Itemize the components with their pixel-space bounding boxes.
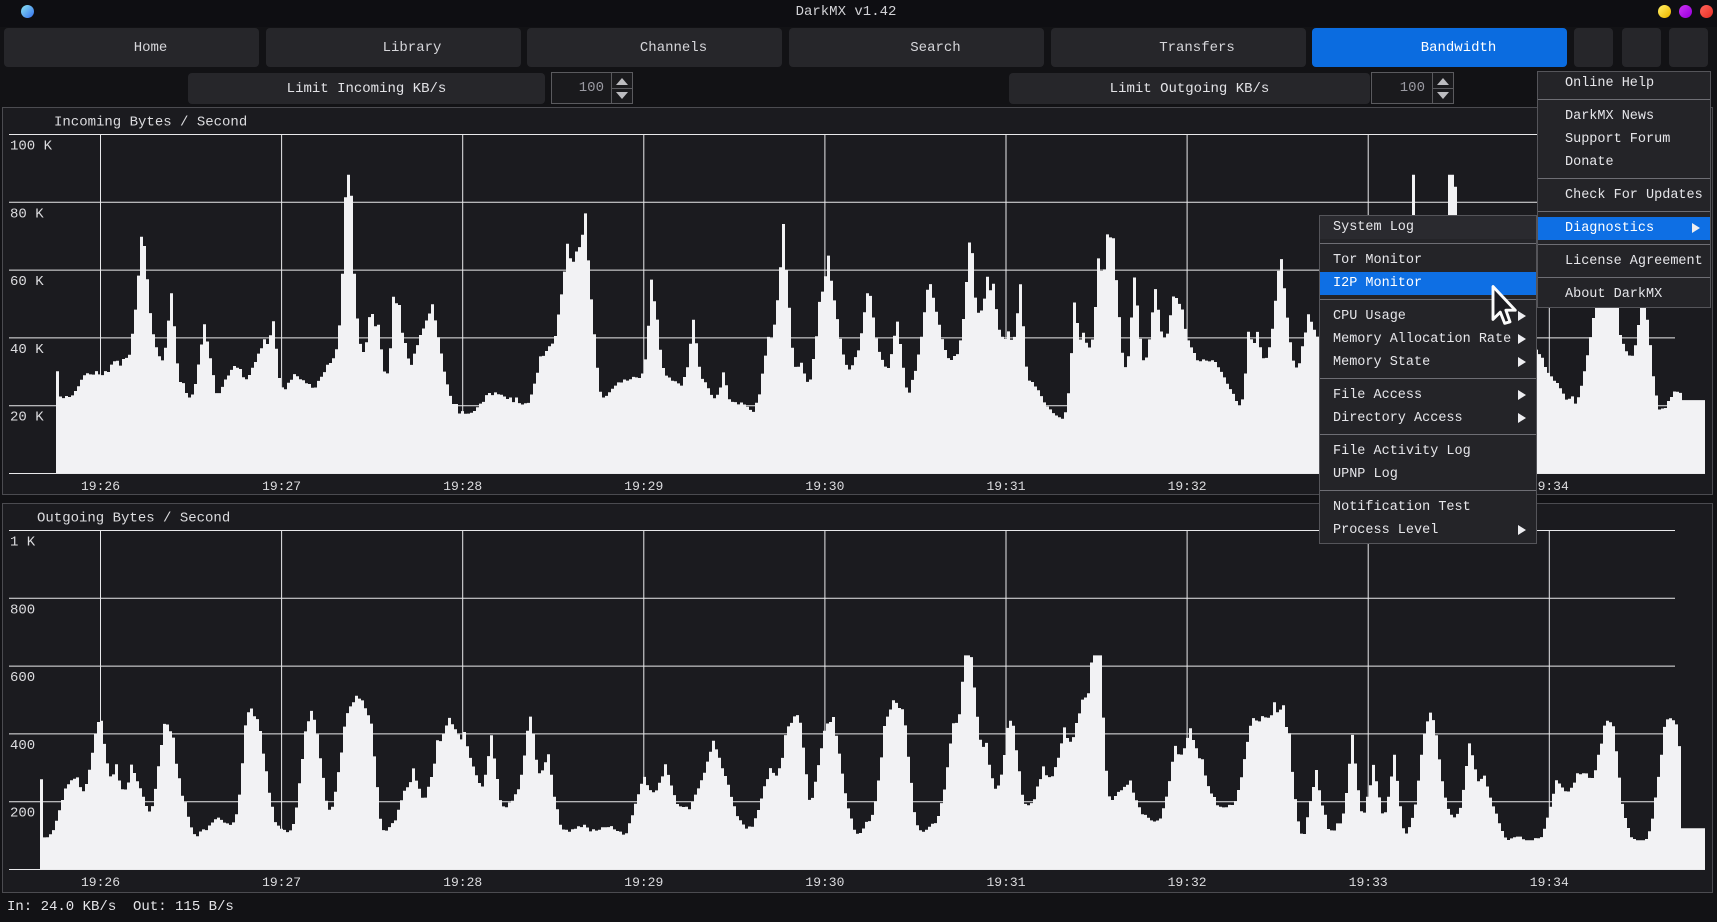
svg-text:19:32: 19:32 — [1168, 479, 1207, 494]
svg-text:200: 200 — [10, 806, 35, 822]
svg-text:100 K: 100 K — [10, 139, 53, 155]
svg-text:19:31: 19:31 — [986, 875, 1025, 890]
svg-text:19:26: 19:26 — [81, 875, 120, 890]
svg-text:19:29: 19:29 — [624, 875, 663, 890]
svg-text:19:30: 19:30 — [805, 875, 844, 890]
svg-text:40 K: 40 K — [10, 342, 44, 358]
svg-text:19:28: 19:28 — [443, 479, 482, 494]
svg-text:800: 800 — [10, 602, 35, 618]
svg-text:19:29: 19:29 — [624, 479, 663, 494]
svg-text:19:26: 19:26 — [81, 479, 120, 494]
svg-text:20 K: 20 K — [10, 410, 44, 426]
svg-text:400: 400 — [10, 738, 35, 754]
svg-text:19:32: 19:32 — [1168, 875, 1207, 890]
svg-text:19:33: 19:33 — [1349, 875, 1388, 890]
svg-text:19:30: 19:30 — [805, 479, 844, 494]
svg-text:Outgoing Bytes / Second: Outgoing Bytes / Second — [37, 511, 230, 527]
svg-text:1 K: 1 K — [10, 535, 36, 551]
svg-text:Incoming Bytes / Second: Incoming Bytes / Second — [54, 115, 247, 131]
svg-text:80 K: 80 K — [10, 206, 44, 222]
svg-text:19:28: 19:28 — [443, 875, 482, 890]
svg-text:19:34: 19:34 — [1530, 875, 1569, 890]
svg-text:60 K: 60 K — [10, 274, 44, 290]
svg-text:19:31: 19:31 — [986, 479, 1025, 494]
svg-text:19:27: 19:27 — [262, 875, 301, 890]
svg-text:600: 600 — [10, 670, 35, 686]
svg-text:19:27: 19:27 — [262, 479, 301, 494]
